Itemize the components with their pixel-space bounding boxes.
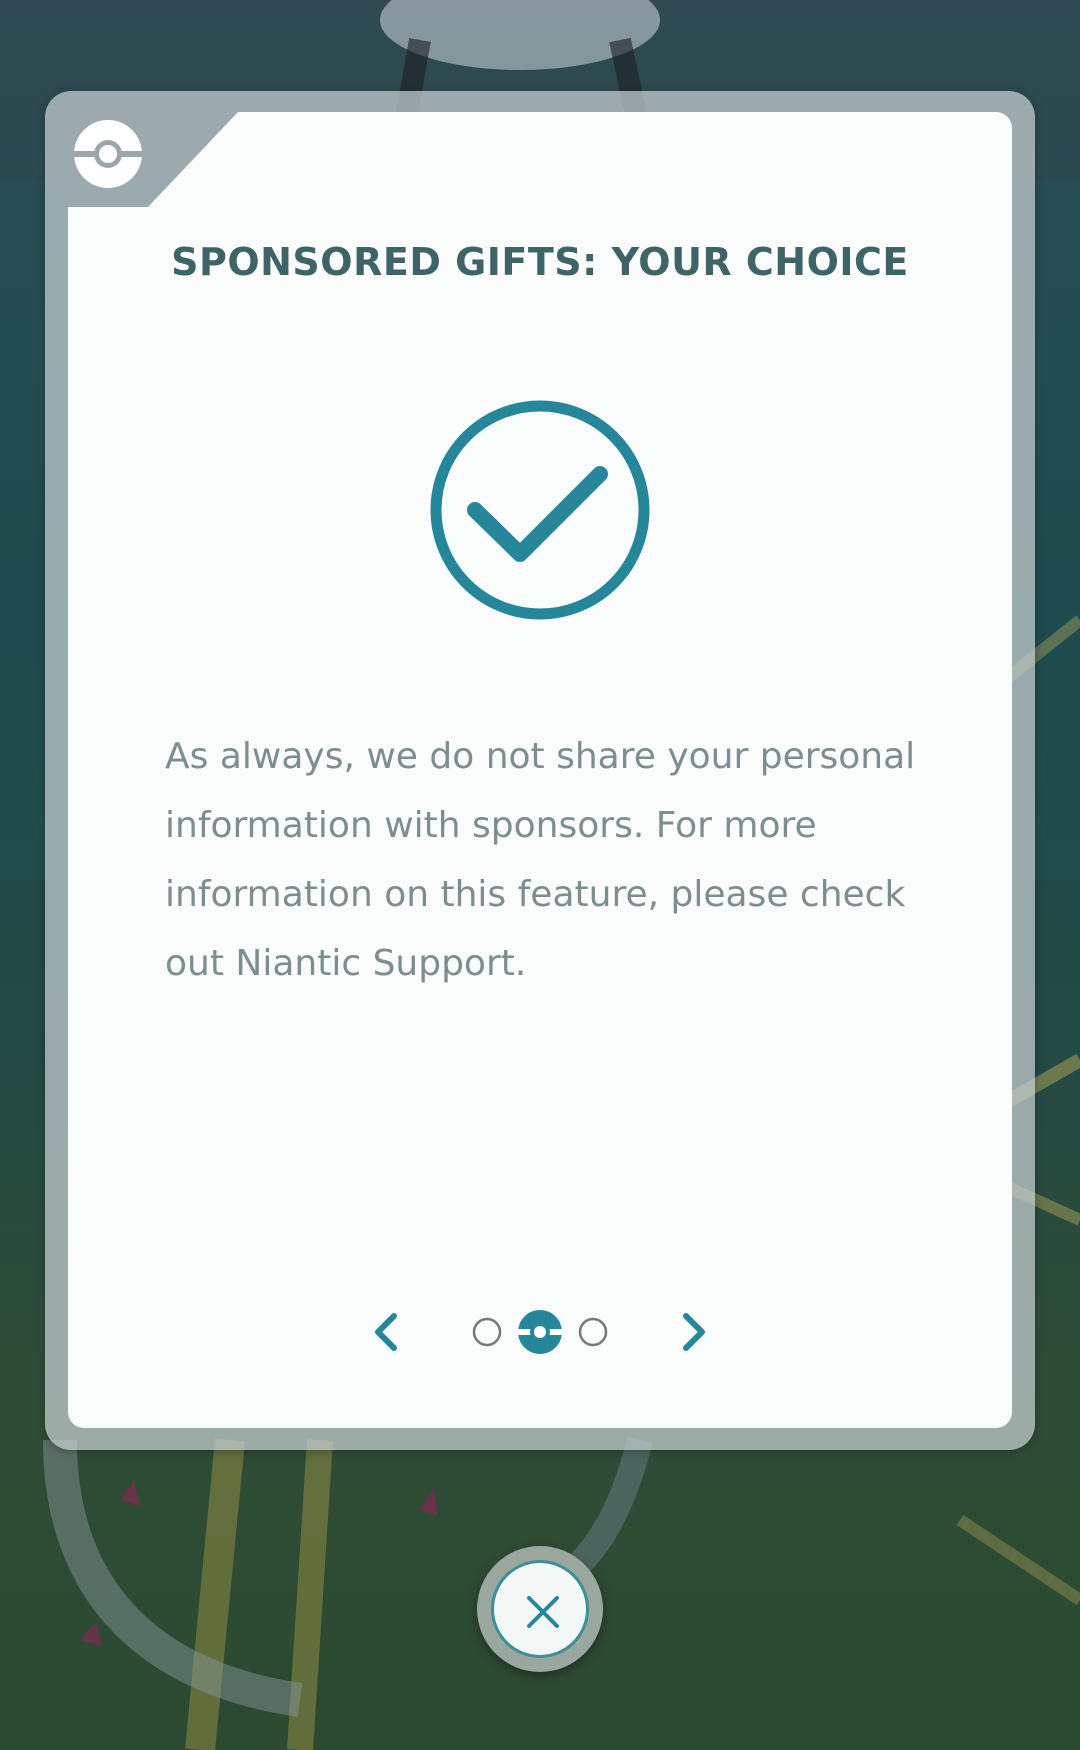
game-screen: SPONSORED GIFTS: YOUR CHOICE As always, … xyxy=(0,0,1080,1750)
page-dot-1 xyxy=(472,1317,502,1347)
dialog-body-text: As always, we do not share your personal… xyxy=(165,736,916,984)
page-indicator xyxy=(472,1310,608,1354)
close-icon xyxy=(527,1596,559,1628)
close-button[interactable] xyxy=(477,1546,603,1672)
pokeball-icon xyxy=(74,120,142,188)
chevron-left-icon xyxy=(375,1313,397,1351)
previous-page-button[interactable] xyxy=(362,1304,412,1360)
next-page-button[interactable] xyxy=(668,1304,718,1360)
close-button-face xyxy=(491,1560,589,1658)
page-dot-2-active xyxy=(518,1310,562,1354)
page-dot-3 xyxy=(578,1317,608,1347)
dialog-title: SPONSORED GIFTS: YOUR CHOICE xyxy=(171,240,909,284)
chevron-right-icon xyxy=(683,1313,705,1351)
checkmark-circle-icon xyxy=(430,400,650,620)
